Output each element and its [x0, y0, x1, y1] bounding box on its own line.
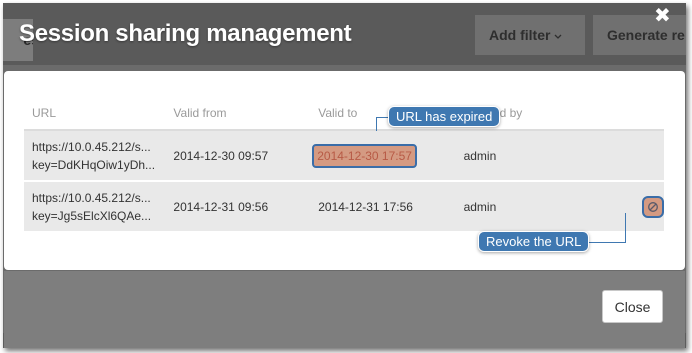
screenshot-frame: es Add filter Generate re Session sharin…	[3, 3, 686, 348]
valid-from-cell: 2014-12-30 09:57	[165, 130, 311, 182]
url-key-line: key=DdKHqOiw1yDh...	[32, 157, 156, 172]
chevron-down-icon	[554, 27, 562, 43]
sessions-table: URL Valid from Valid to Created by https…	[24, 96, 664, 233]
add-filter-label: Add filter	[489, 27, 551, 43]
url-line: https://10.0.45.212/s...	[32, 190, 151, 205]
revoke-callout-line-vertical	[625, 213, 626, 243]
valid-to-cell: 2014-12-30 17:57	[310, 130, 456, 182]
url-cell[interactable]: https://10.0.45.212/s... key=Jg5sElcXl6Q…	[24, 181, 166, 233]
table-row: https://10.0.45.212/s... key=DdKHqOiw1yD…	[24, 130, 664, 182]
header-actions	[556, 96, 664, 131]
url-cell[interactable]: https://10.0.45.212/s... key=DdKHqOiw1yD…	[24, 130, 166, 182]
created-by-cell: admin	[455, 130, 556, 182]
actions-cell	[556, 181, 664, 233]
valid-to-cell: 2014-12-31 17:56	[310, 181, 456, 233]
created-by-cell: admin	[455, 181, 556, 233]
revoke-callout-line	[583, 242, 626, 243]
expired-date: 2014-12-30 17:57	[312, 143, 417, 168]
table-row: https://10.0.45.212/s... key=Jg5sElcXl6Q…	[24, 181, 664, 233]
url-key-line: key=Jg5sElcXl6QAe...	[32, 208, 152, 223]
close-x-icon[interactable]: ✖	[654, 3, 671, 28]
url-line: https://10.0.45.212/s...	[32, 139, 151, 154]
close-button[interactable]: Close	[602, 290, 663, 323]
valid-from-cell: 2014-12-31 09:56	[165, 181, 311, 233]
header-url: URL	[24, 96, 166, 131]
expired-callout-line-vertical	[376, 117, 377, 131]
add-filter-button[interactable]: Add filter	[475, 15, 585, 55]
generate-button[interactable]: Generate re	[593, 15, 686, 55]
expired-callout: URL has expired	[388, 106, 501, 127]
revoke-icon[interactable]	[642, 195, 664, 218]
actions-cell	[556, 130, 664, 182]
modal-title: Session sharing management	[19, 20, 352, 47]
header-valid-from: Valid from	[165, 96, 311, 131]
generate-label: Generate re	[607, 27, 685, 43]
modal-footer	[4, 271, 685, 348]
table-header-row: URL Valid from Valid to Created by	[24, 96, 664, 131]
revoke-callout: Revoke the URL	[478, 231, 590, 252]
